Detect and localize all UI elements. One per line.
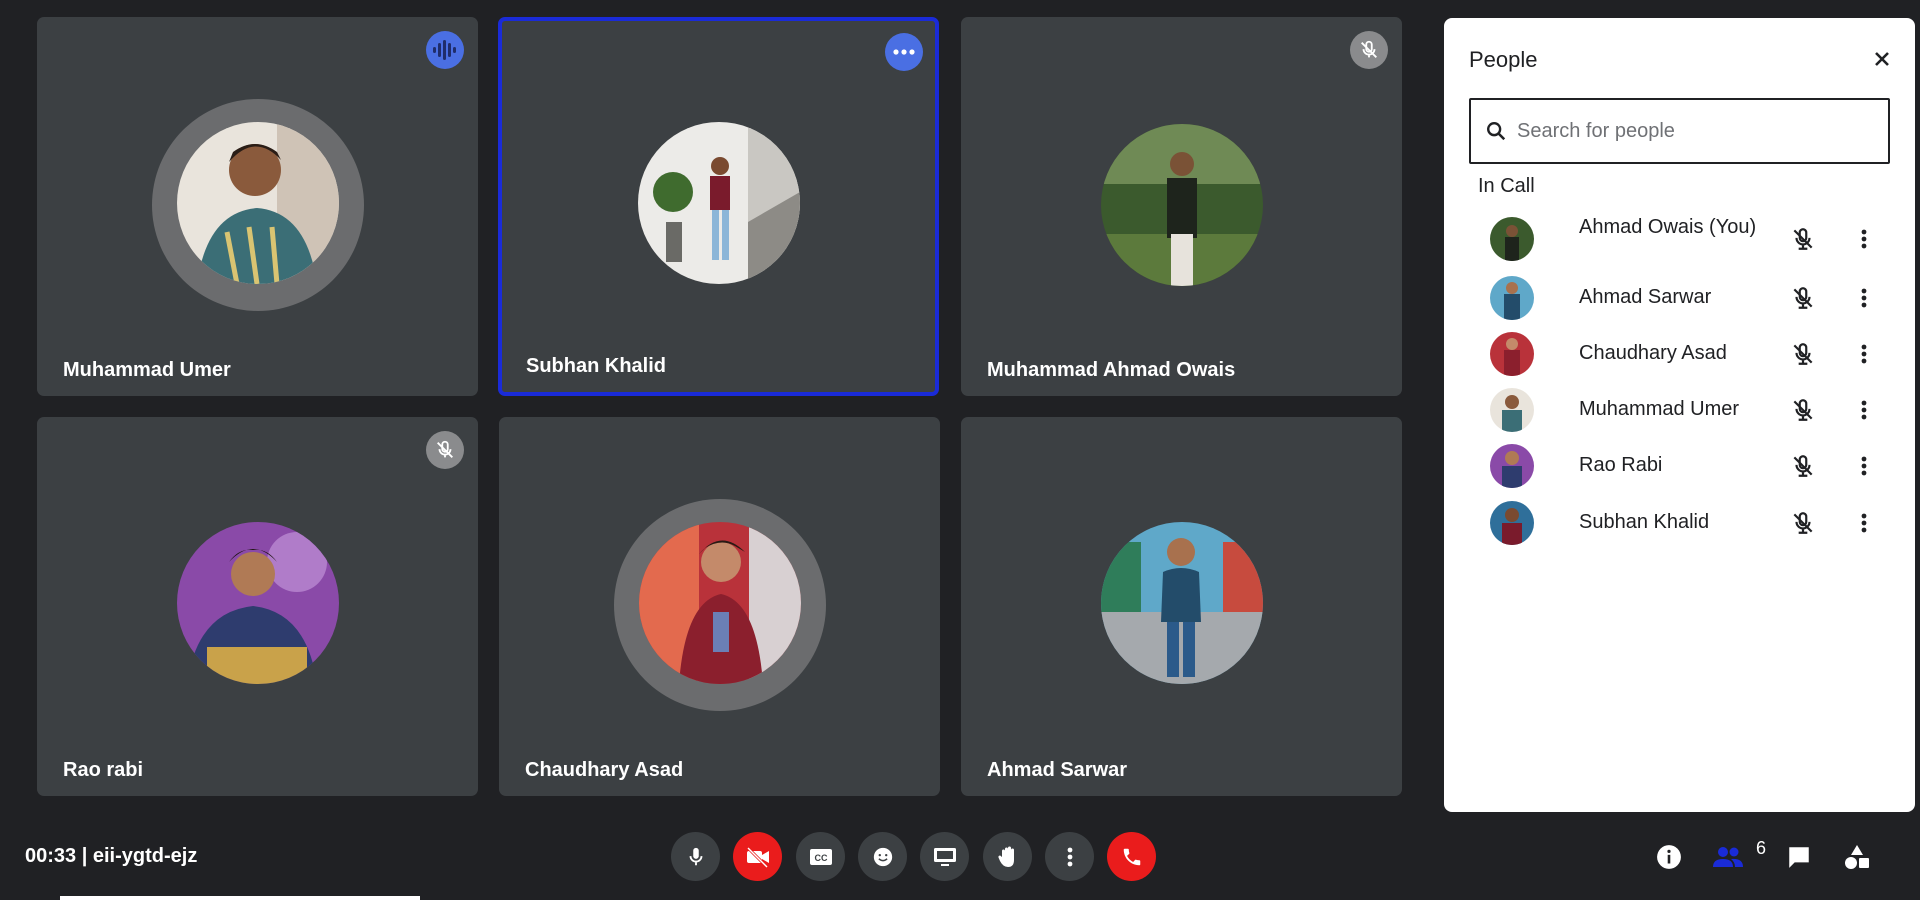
people-panel: People In Call Ahmad Owais (You) Ahmad S… [1444,18,1915,812]
meeting-details-button[interactable] [1652,840,1686,874]
more-horizontal-icon[interactable] [885,33,923,71]
participant-row[interactable]: Ahmad Sarwar [1444,272,1915,324]
mic-button[interactable] [671,832,720,881]
chat-icon [1789,847,1809,868]
camera-off-button[interactable] [733,832,782,881]
video-tile-rao-rabi[interactable]: Rao rabi [37,417,478,796]
mic-icon [689,847,702,865]
avatar [1100,522,1263,684]
people-button[interactable] [1711,840,1745,874]
close-icon[interactable] [1867,44,1897,74]
participant-row[interactable]: Muhammad Umer [1444,384,1915,436]
avatar [1490,276,1534,320]
participant-name: Muhammad Umer [1579,398,1740,420]
mic-off-icon[interactable] [1790,226,1816,252]
avatar [1490,332,1534,376]
mic-off-icon [1350,31,1388,69]
activities-button[interactable] [1840,840,1874,874]
avatar [1100,124,1263,286]
present-screen-button[interactable] [920,832,969,881]
more-vert-icon[interactable] [1851,226,1877,252]
video-off-icon [746,846,769,868]
more-vert-icon[interactable] [1851,510,1877,536]
reactions-button[interactable] [858,832,907,881]
mic-off-icon[interactable] [1790,510,1816,536]
video-tile-muhammad-ahmad-owais[interactable]: Muhammad Ahmad Owais [961,17,1402,396]
search-icon [1487,122,1506,141]
more-vert-icon[interactable] [1851,453,1877,479]
participant-name: Rao Rabi [1579,454,1663,476]
avatar [638,522,801,684]
svg-text:CC: CC [814,853,827,863]
participant-row[interactable]: Rao Rabi [1444,440,1915,492]
avatar [176,522,339,684]
search-input[interactable] [1517,108,1877,154]
participant-name: Ahmad Owais (You) [1579,216,1757,238]
participant-name: Chaudhary Asad [1579,342,1727,364]
video-tile-ahmad-sarwar[interactable]: Ahmad Sarwar [961,417,1402,796]
participant-name: Muhammad Ahmad Owais [987,359,1236,381]
search-box [1469,98,1890,164]
raise-hand-button[interactable] [983,832,1032,881]
participant-name: Subhan Khalid [1579,511,1710,533]
avatar [637,122,800,284]
mic-off-icon[interactable] [1790,453,1816,479]
emoji-icon [873,847,892,866]
participant-name: Chaudhary Asad [525,759,684,781]
participant-row[interactable]: Ahmad Owais (You) [1444,213,1915,265]
present-screen-icon [933,847,956,866]
more-vert-icon[interactable] [1851,397,1877,423]
more-vert-icon[interactable] [1851,285,1877,311]
people-icon [1713,847,1743,867]
participant-name: Muhammad Umer [63,359,231,381]
avatar [1490,444,1534,488]
captions-icon: CC [809,848,832,865]
chat-button[interactable] [1782,840,1816,874]
avatar [1490,388,1534,432]
mic-off-icon[interactable] [1790,285,1816,311]
participant-row[interactable]: Subhan Khalid [1444,497,1915,549]
mic-off-icon [426,431,464,469]
panel-title: People [1469,47,1538,72]
info-icon [1657,845,1681,869]
more-vert-icon [1067,847,1072,866]
video-tile-chaudhary-asad[interactable]: Chaudhary Asad [499,417,940,796]
more-vert-icon[interactable] [1851,341,1877,367]
end-call-icon [1123,848,1140,865]
participant-name: Ahmad Sarwar [987,759,1128,781]
meeting-time-and-code: 00:33 | eii-ygtd-ejz [25,845,198,867]
raise-hand-icon [997,846,1014,867]
more-options-button[interactable] [1045,832,1094,881]
participant-name: Subhan Khalid [526,355,666,377]
bottom-progress-bar [60,896,420,900]
video-tile-subhan-khalid[interactable]: Subhan Khalid [498,17,939,396]
avatar [1490,217,1534,261]
end-call-button[interactable] [1107,832,1156,881]
participant-name: Ahmad Sarwar [1579,286,1712,308]
participant-row[interactable]: Chaudhary Asad [1444,328,1915,380]
activities-icon [1845,845,1869,869]
video-tile-muhammad-umer[interactable]: Muhammad Umer [37,17,478,396]
section-label-in-call: In Call [1478,175,1535,197]
mic-off-icon[interactable] [1790,341,1816,367]
captions-button[interactable]: CC [796,832,845,881]
audio-wave-icon [426,31,464,69]
participant-name: Rao rabi [63,759,144,781]
people-count-badge: 6 [1756,838,1767,858]
mic-off-icon[interactable] [1790,397,1816,423]
avatar [1490,501,1534,545]
avatar [176,122,339,284]
